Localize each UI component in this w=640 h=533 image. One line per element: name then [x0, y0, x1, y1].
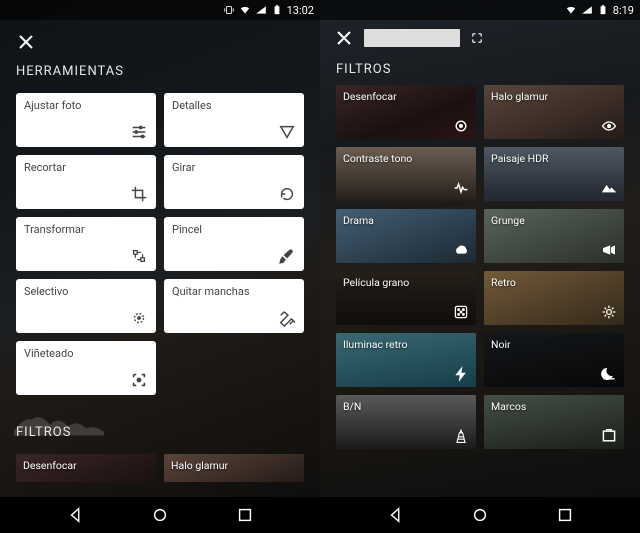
filter-label: Paisaje HDR — [491, 152, 549, 165]
target-icon — [130, 309, 148, 327]
dice-icon — [453, 304, 469, 320]
brush-icon — [278, 247, 296, 265]
tool-ajustar-foto[interactable]: Ajustar foto — [16, 93, 156, 147]
tool-label: Selectivo — [24, 285, 68, 298]
tool-label: Detalles — [172, 99, 212, 112]
filter-label: Iluminac retro — [343, 338, 407, 351]
frame-icon — [601, 428, 617, 444]
eye-icon — [601, 118, 617, 134]
pulse-icon — [453, 180, 469, 196]
section-title-filters: FILTROS — [16, 425, 304, 440]
crop-icon — [130, 185, 148, 203]
filter-label: Noir — [491, 338, 511, 351]
battery-icon — [271, 4, 283, 16]
signal-icon — [581, 4, 593, 16]
filter-label: Película grano — [343, 276, 409, 289]
nav-back-icon[interactable] — [387, 506, 405, 524]
filter-desenfocar[interactable]: Desenfocar — [336, 85, 476, 139]
tool-label: Transformar — [24, 223, 85, 236]
vibrate-icon — [223, 4, 235, 16]
megaphone-icon — [601, 242, 617, 258]
tool-girar[interactable]: Girar — [164, 155, 304, 209]
nav-recent-icon[interactable] — [236, 506, 254, 524]
filter-peli-cula-grano[interactable]: Película grano — [336, 271, 476, 325]
tools-grid: Ajustar foto Detalles Recortar Girar Tra… — [0, 93, 320, 395]
status-bar: 13:02 — [0, 0, 320, 20]
tool-vineteado[interactable]: Viñeteado — [16, 341, 156, 395]
filter-label: Retro — [491, 276, 516, 289]
vignette-icon — [130, 371, 148, 389]
filter-desenfocar[interactable]: Desenfocar — [16, 454, 156, 482]
transform-icon — [130, 247, 148, 265]
tool-label: Viñeteado — [24, 347, 73, 360]
healing-icon — [278, 309, 296, 327]
tool-label: Quitar manchas — [172, 285, 250, 298]
filter-label: Desenfocar — [23, 459, 77, 472]
filter-contraste-tono[interactable]: Contraste tono — [336, 147, 476, 201]
tool-detalles[interactable]: Detalles — [164, 93, 304, 147]
tool-label: Pincel — [172, 223, 202, 236]
filter-b-n[interactable]: B/N — [336, 395, 476, 449]
phone-right: 8:19 FILTROS Desenfocar Halo glamur Contra… — [320, 0, 640, 533]
gear-icon — [601, 304, 617, 320]
status-time: 8:19 — [613, 4, 634, 17]
filter-label: Marcos — [491, 400, 526, 413]
filter-grunge[interactable]: Grunge — [484, 209, 624, 263]
filters-peek-grid: Desenfocar Halo glamur — [0, 454, 320, 490]
filter-noir[interactable]: Noir — [484, 333, 624, 387]
signal-icon — [255, 4, 267, 16]
filter-halo-glamur[interactable]: Halo glamur — [484, 85, 624, 139]
wifi-icon — [239, 4, 251, 16]
mountains-icon — [601, 180, 617, 196]
section-title-filters: FILTROS — [320, 48, 640, 85]
cloud-icon — [453, 242, 469, 258]
tool-label: Girar — [172, 161, 195, 174]
tool-label: Recortar — [24, 161, 66, 174]
tool-selectivo[interactable]: Selectivo — [16, 279, 156, 333]
rotate-icon — [278, 185, 296, 203]
section-title-tools: HERRAMIENTAS — [16, 64, 304, 79]
android-nav-bar — [0, 497, 320, 533]
filter-label: B/N — [343, 400, 361, 413]
tower-icon — [453, 428, 469, 444]
tool-recortar[interactable]: Recortar — [16, 155, 156, 209]
filter-label: Halo glamur — [491, 90, 548, 103]
filter-label: Contraste tono — [343, 152, 412, 165]
filter-label: Desenfocar — [343, 90, 397, 103]
status-bar: 8:19 — [320, 0, 640, 20]
filter-label: Drama — [343, 214, 374, 227]
status-time: 13:02 — [287, 4, 314, 17]
nav-back-icon[interactable] — [67, 506, 85, 524]
filter-drama[interactable]: Drama — [336, 209, 476, 263]
close-icon[interactable] — [334, 28, 354, 48]
filter-label: Grunge — [491, 214, 525, 227]
image-thumbnail[interactable] — [364, 29, 460, 47]
tool-label: Ajustar foto — [24, 99, 81, 112]
filter-label: Halo glamur — [171, 459, 228, 472]
filter-iluminac-retro[interactable]: Iluminac retro — [336, 333, 476, 387]
filters-grid: Desenfocar Halo glamur Contraste tono Paisa… — [320, 85, 640, 457]
filter-retro[interactable]: Retro — [484, 271, 624, 325]
nav-home-icon[interactable] — [151, 506, 169, 524]
triangle-down-icon — [278, 123, 296, 141]
nav-home-icon[interactable] — [471, 506, 489, 524]
filter-halo-glamur[interactable]: Halo glamur — [164, 454, 304, 482]
close-icon[interactable] — [16, 32, 36, 52]
moon-icon — [601, 366, 617, 382]
tool-quitar-manchas[interactable]: Quitar manchas — [164, 279, 304, 333]
battery-icon — [597, 4, 609, 16]
tune-icon — [130, 123, 148, 141]
filter-marcos[interactable]: Marcos — [484, 395, 624, 449]
wifi-icon — [565, 4, 577, 16]
expand-icon[interactable] — [470, 31, 484, 45]
tool-pincel[interactable]: Pincel — [164, 217, 304, 271]
filter-paisaje-hdr[interactable]: Paisaje HDR — [484, 147, 624, 201]
bolt-icon — [453, 366, 469, 382]
nav-recent-icon[interactable] — [556, 506, 574, 524]
tool-transformar[interactable]: Transformar — [16, 217, 156, 271]
blur-icon — [453, 118, 469, 134]
phone-left: 13:02 HERRAMIENTAS Ajustar foto Detalles… — [0, 0, 320, 533]
android-nav-bar — [320, 497, 640, 533]
